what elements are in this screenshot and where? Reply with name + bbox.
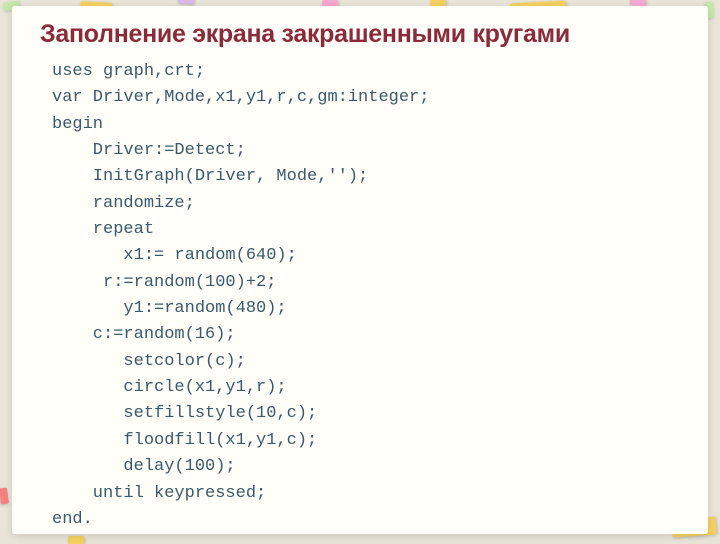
- code-line: repeat: [52, 220, 154, 239]
- code-line: Driver:=Detect;: [52, 141, 246, 160]
- code-line: c:=random(16);: [52, 325, 236, 344]
- code-line: r:=random(100)+2;: [52, 273, 276, 292]
- code-line: y1:=random(480);: [52, 299, 287, 318]
- code-line: begin: [52, 115, 103, 134]
- code-line: floodfill(x1,y1,c);: [52, 431, 317, 450]
- code-line: var Driver,Mode,x1,y1,r,c,gm:integer;: [52, 88, 429, 107]
- code-line: delay(100);: [52, 457, 236, 476]
- code-line: setfillstyle(10,c);: [52, 404, 317, 423]
- code-line: setcolor(c);: [52, 352, 246, 371]
- code-line: x1:= random(640);: [52, 246, 297, 265]
- code-line: until keypressed;: [52, 484, 266, 503]
- slide-card: Заполнение экрана закрашенными кругами u…: [12, 6, 708, 534]
- slide-title: Заполнение экрана закрашенными кругами: [40, 20, 680, 49]
- code-line: end.: [52, 510, 93, 529]
- deco-tab: [178, 0, 195, 5]
- deco-tab: [0, 488, 9, 505]
- code-line: InitGraph(Driver, Mode,'');: [52, 167, 368, 186]
- deco-tab: [68, 536, 84, 544]
- code-line: randomize;: [52, 194, 195, 213]
- code-block: uses graph,crt; var Driver,Mode,x1,y1,r,…: [52, 59, 680, 533]
- code-line: uses graph,crt;: [52, 62, 205, 81]
- code-line: circle(x1,y1,r);: [52, 378, 287, 397]
